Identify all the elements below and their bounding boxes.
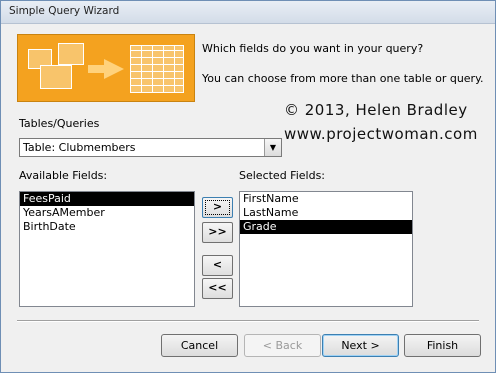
- tables-queries-label: Tables/Queries: [19, 117, 100, 130]
- selected-field-item[interactable]: FirstName: [240, 192, 412, 206]
- available-field-item[interactable]: YearsAMember: [20, 206, 194, 220]
- available-fields-list[interactable]: FeesPaid YearsAMember BirthDate: [19, 191, 195, 307]
- chevron-down-icon[interactable]: ▼: [264, 139, 281, 156]
- remove-field-button[interactable]: <: [202, 255, 233, 276]
- remove-all-fields-button[interactable]: <<: [202, 278, 233, 299]
- back-button[interactable]: < Back: [244, 334, 321, 357]
- selected-field-item[interactable]: LastName: [240, 206, 412, 220]
- wizard-illustration: [17, 34, 195, 102]
- selected-field-item[interactable]: Grade: [240, 220, 412, 234]
- wizard-window: Simple Query Wizard Which fields do you …: [0, 0, 496, 373]
- selected-fields-list[interactable]: FirstName LastName Grade: [239, 191, 413, 307]
- illustration-table-icon: [40, 65, 72, 89]
- window-title: Simple Query Wizard: [9, 5, 120, 17]
- illustration-result-grid-icon: [130, 45, 184, 93]
- available-fields-label: Available Fields:: [19, 169, 108, 182]
- illustration-table-icon: [58, 43, 84, 65]
- footer-divider: [17, 320, 479, 322]
- copyright-watermark: © 2013, Helen Bradley: [284, 101, 468, 119]
- add-field-button[interactable]: >: [202, 197, 233, 218]
- cancel-button[interactable]: Cancel: [161, 334, 238, 357]
- title-bar[interactable]: Simple Query Wizard: [1, 1, 495, 24]
- tables-queries-value: Table: Clubmembers: [23, 141, 136, 154]
- next-button[interactable]: Next >: [322, 334, 399, 357]
- tables-queries-dropdown[interactable]: Table: Clubmembers ▼: [19, 138, 282, 157]
- add-all-fields-button[interactable]: >>: [202, 222, 233, 243]
- wizard-question: Which fields do you want in your query?: [202, 42, 424, 55]
- selected-fields-label: Selected Fields:: [239, 169, 326, 182]
- available-field-item[interactable]: BirthDate: [20, 220, 194, 234]
- wizard-hint: You can choose from more than one table …: [202, 72, 484, 85]
- available-field-item[interactable]: FeesPaid: [20, 192, 194, 206]
- illustration-arrow-icon: [104, 59, 124, 79]
- website-watermark: www.projectwoman.com: [284, 125, 478, 143]
- finish-button[interactable]: Finish: [404, 334, 481, 357]
